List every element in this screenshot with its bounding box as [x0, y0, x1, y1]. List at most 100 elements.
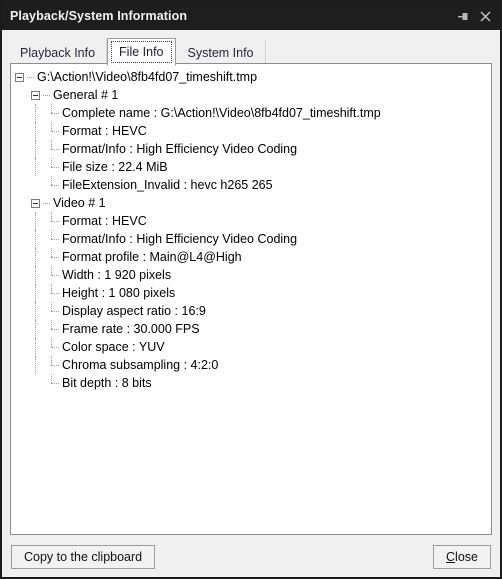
tree-row-label: Bit depth : 8 bits: [62, 376, 152, 390]
close-button-label: lose: [455, 549, 478, 564]
tab-system-info[interactable]: System Info: [175, 39, 266, 65]
tree-indent: [27, 302, 43, 320]
tree-row-label: Format : HEVC: [62, 124, 147, 138]
tree-connector: [43, 230, 59, 248]
copy-to-clipboard-button[interactable]: Copy to the clipboard: [11, 544, 156, 569]
tree-indent: [27, 248, 43, 266]
tree-row-label: Frame rate : 30.000 FPS: [62, 322, 200, 336]
tree-connector: [43, 356, 59, 374]
tree-row-label: Format : HEVC: [62, 214, 147, 228]
tree-expander-collapse-icon[interactable]: [11, 68, 27, 86]
tree-row[interactable]: Color space : YUV: [11, 338, 491, 356]
tree-indent: [27, 122, 43, 140]
tree-row-label: Format profile : Main@L4@High: [62, 250, 242, 264]
tree-connector: [43, 248, 59, 266]
tab-file-info-label: File Info: [119, 45, 164, 59]
tree-indent: [27, 230, 43, 248]
tree-indent: [27, 158, 43, 176]
title-bar: Playback/System Information: [2, 2, 500, 30]
tree-row-label: Format/Info : High Efficiency Video Codi…: [62, 232, 298, 246]
tree-row-label: Video # 1: [53, 196, 106, 210]
tab-playback-info[interactable]: Playback Info: [8, 39, 108, 65]
tree-connector: [43, 302, 59, 320]
tree-row-label: FileExtension_Invalid : hevc h265 265: [62, 178, 273, 192]
tab-file-info[interactable]: File Info: [107, 38, 176, 66]
tree-row[interactable]: Format : HEVC: [11, 122, 491, 140]
file-info-tree[interactable]: G:\Action!\Video\8fb4fd07_timeshift.tmp G…: [10, 63, 492, 535]
tree-connector: [43, 320, 59, 338]
tree-expander-collapse-icon[interactable]: [27, 86, 43, 104]
tab-playback-info-label: Playback Info: [20, 46, 96, 60]
tree-row[interactable]: Format profile : Main@L4@High: [11, 248, 491, 266]
tree-row-label: General # 1: [53, 88, 119, 102]
window-title: Playback/System Information: [10, 9, 188, 23]
tab-system-info-label: System Info: [187, 46, 254, 60]
tree-row-label: Height : 1 080 pixels: [62, 286, 176, 300]
tree-row[interactable]: Complete name : G:\Action!\Video\8fb4fd0…: [11, 104, 491, 122]
tree-row[interactable]: FileExtension_Invalid : hevc h265 265: [11, 176, 491, 194]
tree-connector: [43, 104, 59, 122]
playback-system-information-window: Playback/System Information Playback Inf…: [0, 0, 502, 579]
tree-connector: [27, 68, 34, 86]
tree-connector: [43, 140, 59, 158]
tree-row[interactable]: Width : 1 920 pixels: [11, 266, 491, 284]
title-bar-buttons: [452, 2, 496, 30]
tree-indent: [27, 338, 43, 356]
tree-row-label: Complete name : G:\Action!\Video\8fb4fd0…: [62, 106, 381, 120]
tree-connector: [43, 266, 59, 284]
tree-expander-collapse-icon[interactable]: [27, 194, 43, 212]
tree-connector: [43, 194, 50, 212]
tree-row[interactable]: Video # 1: [11, 194, 491, 212]
tree-row-label: Display aspect ratio : 16:9: [62, 304, 206, 318]
pushpin-icon[interactable]: [452, 5, 474, 27]
tree-row[interactable]: General # 1: [11, 86, 491, 104]
minus-icon: [30, 198, 40, 208]
tree-row[interactable]: Format/Info : High Efficiency Video Codi…: [11, 230, 491, 248]
close-button[interactable]: Close: [433, 544, 491, 569]
tree-row[interactable]: Display aspect ratio : 16:9: [11, 302, 491, 320]
tree-row[interactable]: G:\Action!\Video\8fb4fd07_timeshift.tmp: [11, 68, 491, 86]
content-area: G:\Action!\Video\8fb4fd07_timeshift.tmp G…: [2, 63, 500, 535]
tree-row[interactable]: Frame rate : 30.000 FPS: [11, 320, 491, 338]
tree-indent: [27, 212, 43, 230]
tree-row[interactable]: Bit depth : 8 bits: [11, 374, 491, 392]
tree-connector: [43, 158, 59, 176]
tree-row-label: Color space : YUV: [62, 340, 165, 354]
tree-row-label: File size : 22.4 MiB: [62, 160, 168, 174]
tree-row[interactable]: Height : 1 080 pixels: [11, 284, 491, 302]
tree-row[interactable]: File size : 22.4 MiB: [11, 158, 491, 176]
tree-connector: [43, 86, 50, 104]
tree-connector: [43, 176, 59, 194]
tree-row[interactable]: Chroma subsampling : 4:2:0: [11, 356, 491, 374]
tree-row[interactable]: Format/Info : High Efficiency Video Codi…: [11, 140, 491, 158]
minus-icon: [14, 72, 24, 82]
tree-row-label: Chroma subsampling : 4:2:0: [62, 358, 219, 372]
tree-indent: [27, 140, 43, 158]
tree-row-label: Format/Info : High Efficiency Video Codi…: [62, 142, 298, 156]
tree-connector: [43, 212, 59, 230]
tree-connector: [43, 122, 59, 140]
close-icon[interactable]: [474, 5, 496, 27]
tree-indent: [27, 266, 43, 284]
tree-indent: [27, 356, 43, 374]
footer-bar: Copy to the clipboard Close: [2, 536, 500, 577]
tree-indent: [27, 104, 43, 122]
tree-row[interactable]: Format : HEVC: [11, 212, 491, 230]
